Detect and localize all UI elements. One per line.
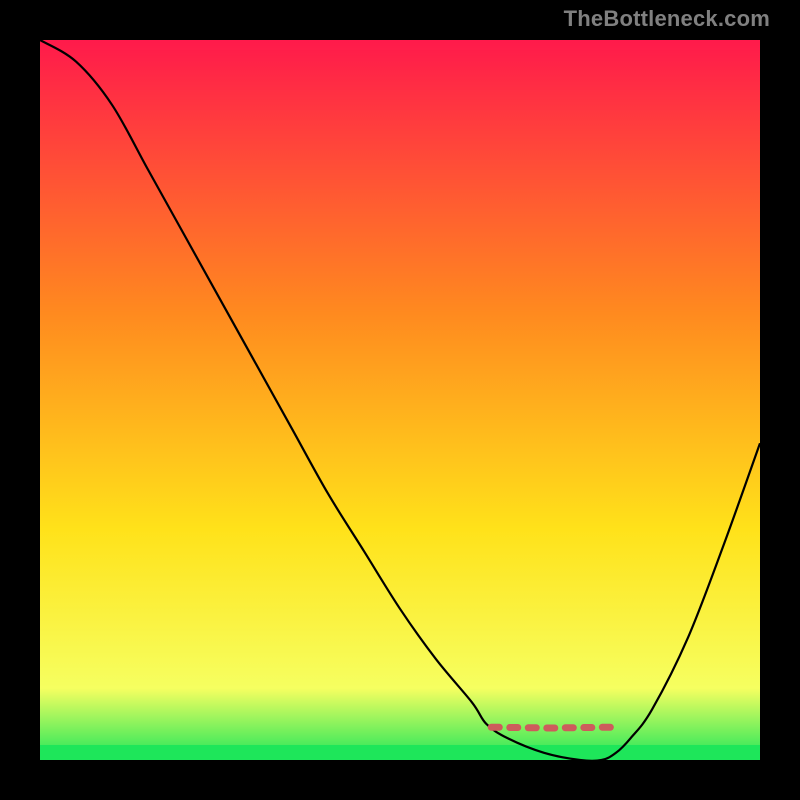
bottleneck-curve [40, 40, 760, 760]
watermark-text: TheBottleneck.com [564, 6, 770, 32]
optimal-range-marker [486, 721, 616, 733]
plot-area [40, 40, 760, 760]
chart-frame: TheBottleneck.com [0, 0, 800, 800]
